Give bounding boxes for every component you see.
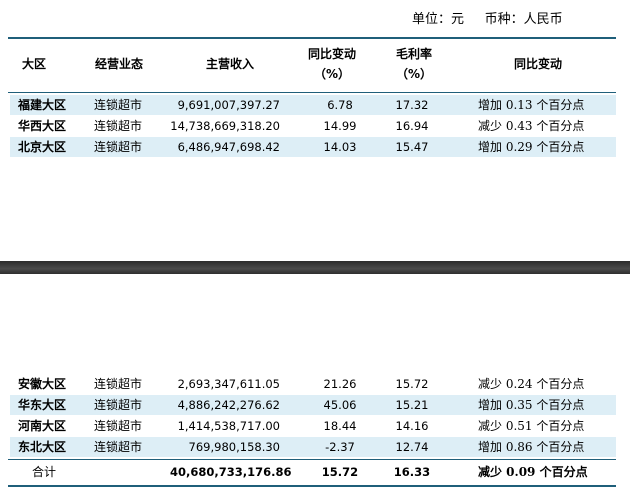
business-type-cell: 连锁超市 — [94, 398, 143, 412]
region-cell: 华东大区 — [18, 398, 67, 412]
gross-margin-cell: 15.72 — [395, 377, 429, 391]
margin-change-cell: 增加 0.86 个百分点 — [478, 440, 585, 454]
yoy-cell: 18.44 — [323, 419, 357, 433]
revenue-cell: 2,693,347,611.05 — [177, 377, 280, 391]
gross-margin-cell: 15.47 — [395, 140, 429, 154]
margin-change-cell: 减少 0.51 个百分点 — [478, 419, 585, 433]
table-row: 华东大区 连锁超市 4,886,242,276.62 45.06 15.21 增… — [10, 395, 616, 415]
total-gross-margin-cell: 16.33 — [393, 465, 431, 479]
total-top-rule — [8, 459, 616, 460]
business-type-cell: 连锁超市 — [94, 419, 143, 433]
margin-change-cell: 减少 0.43 个百分点 — [478, 119, 585, 133]
business-type-cell: 连锁超市 — [94, 98, 143, 112]
gross-margin-cell: 12.74 — [395, 440, 429, 454]
business-type-cell: 连锁超市 — [94, 140, 143, 154]
header-yoy-line2: （%） — [313, 67, 351, 81]
margin-change-cell: 增加 0.35 个百分点 — [478, 398, 585, 412]
region-cell: 福建大区 — [18, 98, 67, 112]
business-type-cell: 连锁超市 — [94, 119, 143, 133]
header-yoy-line1: 同比变动 — [307, 47, 356, 61]
header-gross-margin-line2: （%） — [395, 67, 433, 81]
revenue-cell: 4,886,242,276.62 — [177, 398, 280, 412]
business-type-cell: 连锁超市 — [94, 377, 143, 391]
header-gross-margin-line1: 毛利率 — [395, 47, 432, 61]
yoy-cell: 14.03 — [323, 140, 357, 154]
yoy-cell: 45.06 — [323, 398, 357, 412]
gross-margin-cell: 16.94 — [395, 119, 429, 133]
page-break-divider — [0, 261, 630, 274]
yoy-cell: 21.26 — [323, 377, 357, 391]
header-bottom-rule — [8, 92, 616, 93]
unit-currency-note: 单位：元 币种：人民币 — [412, 12, 563, 27]
total-yoy-cell: 15.72 — [321, 465, 359, 479]
revenue-cell: 769,980,158.30 — [188, 440, 280, 454]
revenue-cell: 14,738,669,318.20 — [170, 119, 280, 133]
table-bottom-rule — [8, 485, 616, 487]
yoy-cell: -2.37 — [325, 440, 355, 454]
table-row: 北京大区 连锁超市 6,486,947,698.42 14.03 15.47 增… — [10, 137, 616, 157]
total-revenue-cell: 40,680,733,176.86 — [170, 465, 292, 479]
table-row: 河南大区 连锁超市 1,414,538,717.00 18.44 14.16 减… — [10, 416, 616, 436]
yoy-cell: 6.78 — [327, 98, 353, 112]
margin-change-cell: 减少 0.24 个百分点 — [478, 377, 585, 391]
gross-margin-cell: 14.16 — [395, 419, 429, 433]
margin-change-cell: 增加 0.29 个百分点 — [478, 140, 585, 154]
region-cell: 华西大区 — [18, 119, 67, 133]
header-revenue: 主营收入 — [205, 57, 254, 71]
total-label: 合计 — [32, 465, 57, 479]
revenue-cell: 6,486,947,698.42 — [177, 140, 280, 154]
region-cell: 河南大区 — [18, 419, 67, 433]
table-row: 东北大区 连锁超市 769,980,158.30 -2.37 12.74 增加 … — [10, 437, 616, 457]
header-business-type: 经营业态 — [94, 57, 143, 71]
total-row: 合计 40,680,733,176.86 15.72 16.33 减少 0.09… — [10, 462, 616, 482]
table-row: 华西大区 连锁超市 14,738,669,318.20 14.99 16.94 … — [10, 116, 616, 136]
region-cell: 东北大区 — [18, 440, 67, 454]
region-cell: 安徽大区 — [18, 377, 67, 391]
total-margin-change-cell: 减少 0.09 个百分点 — [478, 465, 588, 479]
region-cell: 北京大区 — [18, 140, 67, 154]
yoy-cell: 14.99 — [323, 119, 357, 133]
gross-margin-cell: 15.21 — [395, 398, 429, 412]
table-row: 安徽大区 连锁超市 2,693,347,611.05 21.26 15.72 减… — [10, 374, 616, 394]
business-type-cell: 连锁超市 — [94, 440, 143, 454]
margin-change-cell: 增加 0.13 个百分点 — [478, 98, 585, 112]
header-region: 大区 — [21, 57, 46, 71]
table-top-rule — [8, 37, 616, 39]
gross-margin-cell: 17.32 — [395, 98, 429, 112]
header-margin-change: 同比变动 — [513, 57, 562, 71]
revenue-cell: 1,414,538,717.00 — [177, 419, 280, 433]
revenue-cell: 9,691,007,397.27 — [177, 98, 280, 112]
table-row: 福建大区 连锁超市 9,691,007,397.27 6.78 17.32 增加… — [10, 95, 616, 115]
